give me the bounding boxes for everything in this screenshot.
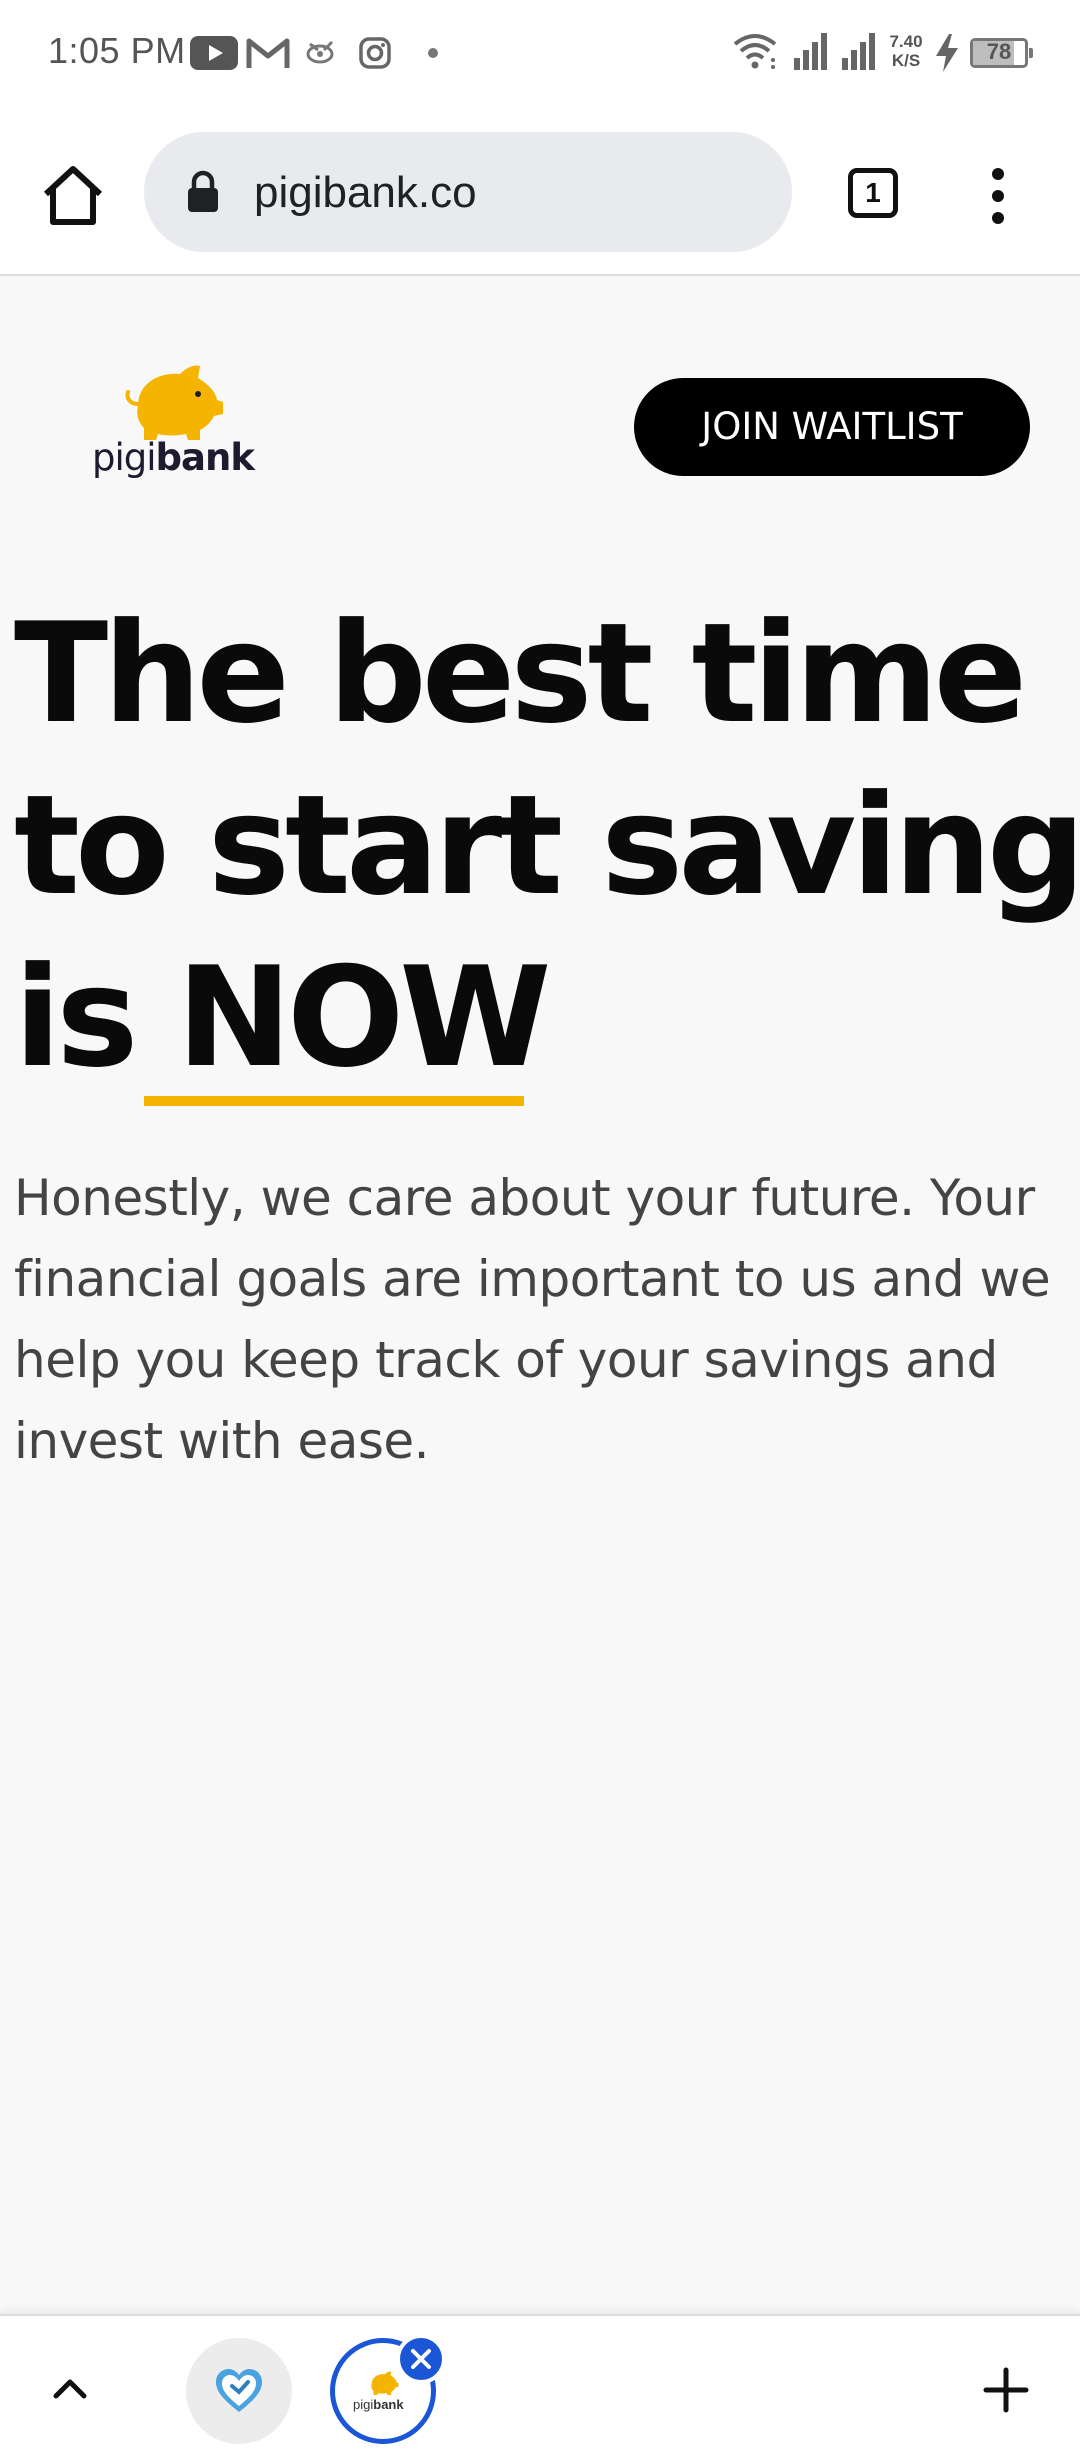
logo-text: pigibank	[92, 436, 255, 479]
logo-text-light: pigi	[92, 436, 157, 479]
headline-highlight-word: NOW	[176, 937, 552, 1098]
pigibank-logo[interactable]: pigibank	[92, 364, 262, 484]
signal-icon	[842, 33, 875, 70]
instagram-icon	[359, 37, 391, 69]
status-bar: 1:05 PM 7.40 K/S 78	[0, 0, 1080, 110]
highlight-underline	[144, 1096, 524, 1106]
gmail-icon	[246, 38, 290, 68]
address-bar[interactable]: pigibank.co	[144, 132, 792, 252]
headline-line-1: The best time	[14, 593, 1027, 754]
app-notification-icon	[306, 40, 334, 64]
wifi-icon	[733, 34, 777, 69]
plus-icon[interactable]	[982, 2366, 1030, 2414]
headline-line-3-prefix: is	[14, 937, 177, 1098]
join-waitlist-button[interactable]: JOIN WAITLIST	[634, 378, 1030, 476]
more-options-icon[interactable]	[978, 166, 1018, 226]
signal-icon	[794, 33, 827, 70]
tab-thumbnail-other[interactable]	[186, 2338, 292, 2444]
url-text[interactable]: pigibank.co	[254, 168, 477, 218]
tab-switcher-button[interactable]: 1	[848, 168, 904, 224]
battery-icon: 78	[970, 38, 1033, 68]
logo-text-bold: bank	[155, 436, 255, 479]
lock-icon	[188, 170, 218, 212]
mini-logo-bold: bank	[373, 2397, 404, 2412]
mini-piggy-bank-icon	[371, 2371, 399, 2395]
hero-description: Honestly, we care about your future. You…	[14, 1169, 1051, 1470]
close-icon	[411, 2349, 431, 2369]
browser-toolbar: pigibank.co 1	[0, 110, 1080, 276]
tab-count: 1	[865, 177, 881, 208]
network-speed-value: 7.40	[889, 32, 923, 51]
headline-line-3: is NOW	[14, 932, 1064, 1104]
mini-logo-text: pigibank	[353, 2397, 404, 2412]
network-speed-unit: K/S	[891, 51, 921, 70]
youtube-icon	[190, 36, 238, 70]
close-tab-button[interactable]	[396, 2334, 446, 2384]
bottom-tab-strip: pigibank	[0, 2314, 1080, 2460]
charging-icon	[936, 34, 958, 72]
tab-count-box: 1	[848, 168, 898, 218]
headline-line-2: to start saving	[14, 765, 1080, 926]
more-dot-icon	[428, 48, 438, 58]
home-icon[interactable]	[38, 160, 108, 230]
status-time: 1:05 PM	[48, 30, 186, 71]
piggy-bank-icon	[125, 365, 223, 440]
battery-percent: 78	[986, 39, 1012, 64]
network-speed: 7.40 K/S	[884, 32, 928, 70]
chevron-up-icon[interactable]	[48, 2366, 92, 2410]
heart-shield-icon	[216, 2369, 262, 2412]
hero-headline: The best time to start saving is NOW	[14, 588, 1080, 1104]
mini-logo-light: pigi	[353, 2397, 374, 2412]
